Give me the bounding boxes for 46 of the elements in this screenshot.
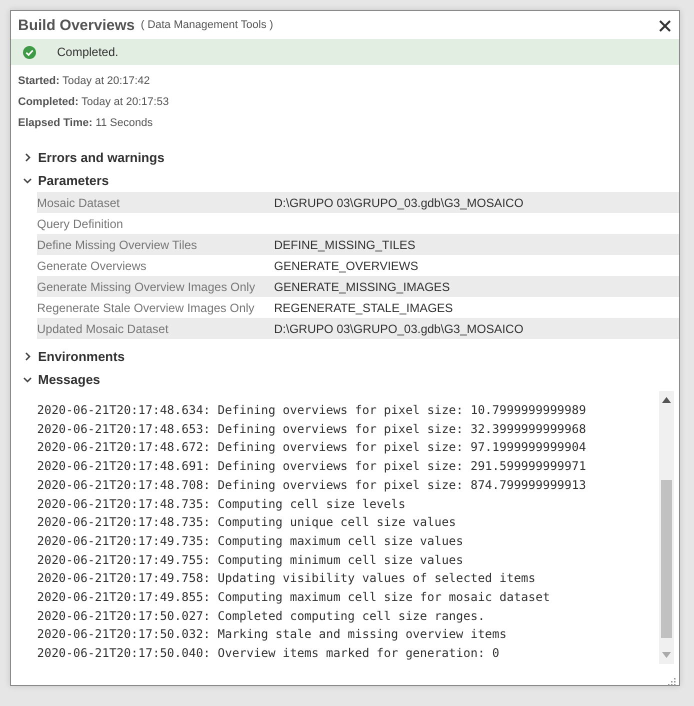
check-circle-icon	[23, 46, 36, 58]
log-line: 2020-06-21T20:17:50.040: Overview items marked for generation: 0	[37, 645, 500, 662]
chevron-right-icon[interactable]	[23, 352, 32, 361]
log-line: 2020-06-21T20:17:50.027: Completed computing cell size ranges.	[37, 608, 486, 625]
parameter-value: D:\GRUPO 03\GRUPO_03.gdb\G3_MOSAICO	[274, 322, 524, 336]
status-text: Completed.	[57, 45, 118, 59]
chevron-right-icon[interactable]	[23, 153, 32, 162]
log-line: 2020-06-21T20:17:48.634: Defining overviews for pixel size: 10.7999999999989	[37, 402, 588, 419]
parameter-value: GENERATE_MISSING_IMAGES	[274, 280, 450, 294]
log-line: 2020-06-21T20:17:50.032: Marking stale and missing overview items	[37, 626, 508, 644]
parameter-value: GENERATE_OVERVIEWS	[274, 258, 418, 272]
window-subtitle: ( Data Management Tools )	[140, 19, 274, 31]
log-line: 2020-06-21T20:17:48.672: Defining overviews for pixel size: 97.1999999999904	[37, 439, 588, 456]
summary-line: Completed: Today at 20:17:53	[18, 96, 170, 109]
chevron-down-icon[interactable]	[23, 176, 32, 185]
window-title: Build Overviews	[18, 16, 135, 34]
section-header[interactable]: Errors and warnings	[38, 150, 164, 165]
log-line: 2020-06-21T20:17:48.735: Computing unique cell size values	[37, 514, 458, 532]
parameter-name: Define Missing Overview Tiles	[37, 238, 198, 252]
scrollbar-thumb[interactable]	[661, 480, 672, 638]
parameter-name: Regenerate Stale Overview Images Only	[37, 300, 256, 314]
log-line: 2020-06-21T20:17:48.708: Defining overviews for pixel size: 874.799999999913	[37, 476, 588, 494]
close-icon[interactable]	[659, 20, 671, 32]
parameter-name: Generate Missing Overview Images Only	[37, 280, 256, 294]
parameter-name: Updated Mosaic Dataset	[37, 322, 170, 336]
scroll-up-icon[interactable]	[662, 397, 671, 403]
chevron-down-icon[interactable]	[23, 375, 32, 384]
parameter-name: Query Definition	[37, 216, 124, 230]
resize-grip-icon[interactable]	[667, 677, 676, 686]
log-line: 2020-06-21T20:17:49.735: Computing maximum cell size values	[37, 532, 464, 550]
parameter-name: Mosaic Dataset	[37, 196, 121, 210]
section-header[interactable]: Messages	[38, 372, 100, 387]
summary-line: Elapsed Time: 11 Seconds	[18, 117, 154, 130]
parameter-value: D:\GRUPO 03\GRUPO_03.gdb\G3_MOSAICO	[274, 196, 524, 210]
log-line: 2020-06-21T20:17:49.855: Computing maximum cell size for mosaic dataset	[37, 589, 551, 606]
parameter-name: Generate Overviews	[37, 258, 148, 272]
log-line: 2020-06-21T20:17:48.735: Computing cell size levels	[37, 496, 406, 513]
section-header[interactable]: Environments	[38, 349, 125, 364]
log-line: 2020-06-21T20:17:48.653: Defining overviews for pixel size: 32.3999999999968	[37, 420, 588, 438]
log-line: 2020-06-21T20:17:48.691: Defining overviews for pixel size: 291.599999999971	[37, 458, 588, 476]
parameter-value: REGENERATE_STALE_IMAGES	[274, 300, 453, 314]
log-line: 2020-06-21T20:17:49.755: Computing minimum cell size values	[37, 552, 464, 569]
parameter-value: DEFINE_MISSING_TILES	[274, 238, 416, 252]
section-header[interactable]: Parameters	[38, 173, 109, 188]
summary-line: Started: Today at 20:17:42	[18, 75, 151, 88]
log-line: 2020-06-21T20:17:49.758: Updating visibility values of selected items	[37, 570, 536, 588]
